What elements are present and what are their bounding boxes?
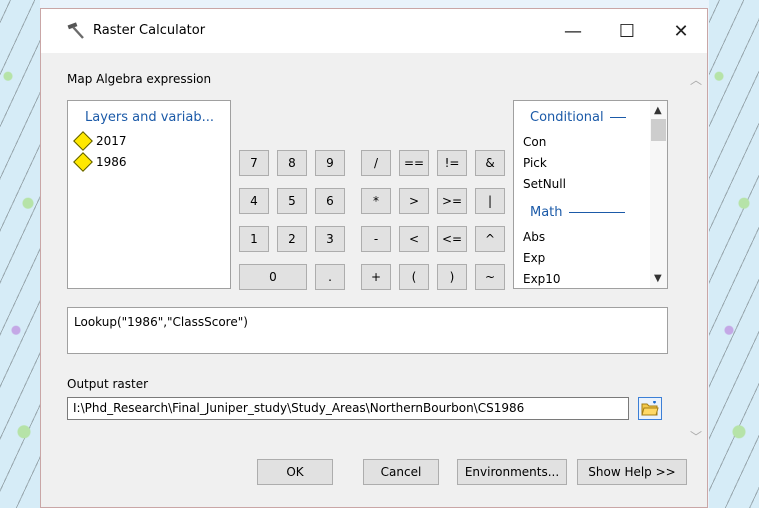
map-background-left	[0, 0, 40, 508]
cancel-button[interactable]: Cancel	[363, 459, 439, 485]
key-decimal[interactable]: .	[315, 264, 345, 290]
layer-label: 1986	[96, 155, 127, 169]
key-not-equal[interactable]: !=	[437, 150, 467, 176]
raster-layer-icon	[73, 131, 93, 151]
maximize-button[interactable]: ☐	[604, 9, 650, 53]
hammer-icon	[67, 22, 84, 39]
browse-button[interactable]	[638, 397, 662, 420]
function-item[interactable]: Exp10	[523, 272, 561, 286]
open-folder-icon	[641, 400, 659, 415]
scroll-down-icon[interactable]: ▼	[654, 273, 662, 284]
environments-button[interactable]: Environments...	[457, 459, 567, 485]
key-greater[interactable]: >	[399, 188, 429, 214]
expression-panel: Map Algebra expression Layers and variab…	[43, 53, 685, 441]
function-item[interactable]: Con	[523, 135, 546, 149]
function-group-header: Math	[530, 205, 625, 220]
key-9[interactable]: 9	[315, 150, 345, 176]
key-0[interactable]: 0	[239, 264, 307, 290]
raster-calculator-dialog: Raster Calculator — ☐ ✕ Map Algebra expr…	[40, 8, 708, 508]
scroll-up-icon[interactable]: ▲	[654, 105, 662, 116]
layers-header: Layers and variab...	[85, 110, 214, 125]
key-or[interactable]: |	[475, 188, 505, 214]
layer-item[interactable]: 1986	[73, 152, 127, 172]
show-help-button[interactable]: Show Help >>	[577, 459, 687, 485]
key-less[interactable]: <	[399, 226, 429, 252]
function-group-label: Conditional	[530, 110, 604, 125]
minimize-button[interactable]: —	[550, 9, 596, 53]
key-and[interactable]: &	[475, 150, 505, 176]
scroll-thumb[interactable]	[651, 119, 666, 141]
key-multiply[interactable]: *	[361, 188, 391, 214]
key-open-paren[interactable]: (	[399, 264, 429, 290]
group-divider	[609, 117, 626, 118]
raster-layer-icon	[73, 152, 93, 172]
function-item[interactable]: Pick	[523, 156, 547, 170]
chevron-down-icon[interactable]: ﹀	[690, 428, 702, 445]
output-raster-field[interactable]: I:\Phd_Research\Final_Juniper_study\Stud…	[67, 397, 629, 420]
layer-label: 2017	[96, 134, 127, 148]
key-divide[interactable]: /	[361, 150, 391, 176]
layer-item[interactable]: 2017	[73, 131, 127, 151]
function-item[interactable]: Abs	[523, 230, 545, 244]
key-xor[interactable]: ^	[475, 226, 505, 252]
functions-scrollbar[interactable]: ▲ ▼	[650, 101, 667, 288]
key-less-equal[interactable]: <=	[437, 226, 467, 252]
dialog-scrollbar[interactable]: ︿ ﹀	[687, 57, 705, 447]
function-group-header: Conditional	[530, 110, 626, 125]
key-close-paren[interactable]: )	[437, 264, 467, 290]
expression-input[interactable]: Lookup("1986","ClassScore")	[67, 307, 668, 354]
chevron-up-icon[interactable]: ︿	[690, 71, 702, 88]
title-bar: Raster Calculator — ☐ ✕	[41, 9, 707, 53]
key-5[interactable]: 5	[277, 188, 307, 214]
expression-label: Map Algebra expression	[67, 72, 212, 86]
key-greater-equal[interactable]: >=	[437, 188, 467, 214]
function-item[interactable]: Exp	[523, 251, 545, 265]
function-item[interactable]: SetNull	[523, 177, 566, 191]
window-title: Raster Calculator	[93, 23, 206, 38]
group-divider	[568, 212, 625, 213]
key-minus[interactable]: -	[361, 226, 391, 252]
key-4[interactable]: 4	[239, 188, 269, 214]
functions-list[interactable]: Conditional Con Pick SetNull Math Abs Ex…	[513, 100, 668, 289]
output-raster-label: Output raster	[67, 377, 149, 391]
close-button[interactable]: ✕	[658, 9, 704, 53]
key-not[interactable]: ~	[475, 264, 505, 290]
key-1[interactable]: 1	[239, 226, 269, 252]
key-2[interactable]: 2	[277, 226, 307, 252]
map-background-right	[709, 0, 759, 508]
key-7[interactable]: 7	[239, 150, 269, 176]
key-3[interactable]: 3	[315, 226, 345, 252]
ok-button[interactable]: OK	[257, 459, 333, 485]
key-equal[interactable]: ==	[399, 150, 429, 176]
layers-list[interactable]: Layers and variab... 2017 1986	[67, 100, 231, 289]
key-8[interactable]: 8	[277, 150, 307, 176]
key-plus[interactable]: +	[361, 264, 391, 290]
function-group-label: Math	[530, 205, 563, 220]
key-6[interactable]: 6	[315, 188, 345, 214]
